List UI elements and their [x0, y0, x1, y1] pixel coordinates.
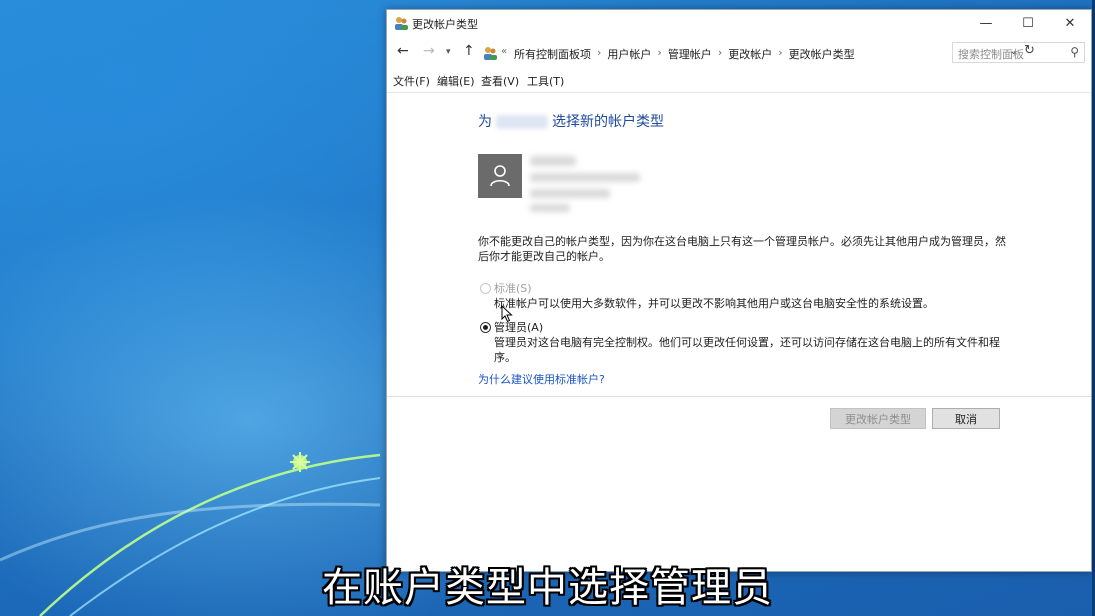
breadcrumb-item[interactable]: 更改帐户类型	[789, 46, 855, 62]
search-placeholder: 搜索控制面板	[958, 48, 1024, 61]
search-icon[interactable]: ⚲	[1070, 45, 1079, 59]
menu-edit[interactable]: 编辑(E)	[437, 73, 475, 89]
footer-divider	[387, 396, 1091, 397]
avatar	[478, 154, 522, 198]
mouse-cursor-icon	[501, 305, 513, 323]
maximize-button[interactable]: ☐	[1007, 10, 1049, 37]
change-account-type-button[interactable]: 更改帐户类型	[830, 408, 926, 429]
menu-tools[interactable]: 工具(T)	[527, 73, 564, 89]
user-silhouette-icon	[490, 165, 510, 187]
breadcrumb-item[interactable]: 用户帐户	[607, 46, 651, 62]
standard-label: 标准(S)	[494, 282, 532, 295]
why-standard-account-link[interactable]: 为什么建议使用标准帐户?	[478, 371, 605, 387]
chevron-right-icon[interactable]: ›	[778, 46, 782, 62]
minimize-button[interactable]: —	[965, 10, 1007, 37]
search-input[interactable]: 搜索控制面板 ⚲	[952, 42, 1085, 63]
menu-file[interactable]: 文件(F)	[393, 73, 430, 89]
page-title-prefix: 为	[478, 114, 492, 130]
change-account-type-window: 更改帐户类型 — ☐ ✕ ← → ▾ ↑ « 所有控制面板项 › 用户帐户 › …	[386, 9, 1092, 572]
address-bar: ← → ▾ ↑ « 所有控制面板项 › 用户帐户 › 管理帐户 › 更改帐户 ›…	[387, 40, 1091, 66]
breadcrumb[interactable]: « 所有控制面板项 › 用户帐户 › 管理帐户 › 更改帐户 › 更改帐户类型 …	[479, 42, 1035, 64]
page-title: 为 选择新的帐户类型	[478, 111, 664, 131]
chevron-right-icon[interactable]: ›	[597, 46, 601, 62]
control-panel-user-icon	[484, 47, 497, 60]
menu-view[interactable]: 查看(V)	[481, 73, 519, 89]
redacted-account-extra	[530, 204, 570, 212]
administrator-radio[interactable]	[480, 322, 491, 333]
redacted-account-type	[530, 173, 640, 182]
user-accounts-icon	[395, 17, 408, 30]
cannot-change-notice: 你不能更改自己的帐户类型，因为你在这台电脑上只有这一个管理员帐户。必须先让其他用…	[478, 235, 1006, 263]
breadcrumb-root-chevron-icon[interactable]: «	[501, 46, 507, 57]
standard-radio[interactable]	[480, 283, 491, 294]
up-arrow-icon[interactable]: ↑	[463, 43, 475, 59]
redacted-username	[496, 115, 548, 129]
forward-arrow-icon[interactable]: →	[423, 43, 435, 59]
chevron-right-icon[interactable]: ›	[657, 46, 661, 62]
back-arrow-icon[interactable]: ←	[397, 43, 409, 59]
windows-flower-icon	[290, 452, 310, 472]
menu-bar: 文件(F) 编辑(E) 查看(V) 工具(T)	[387, 71, 1091, 91]
chevron-right-icon[interactable]: ›	[718, 46, 722, 62]
page-title-suffix: 选择新的帐户类型	[552, 114, 664, 130]
title-bar[interactable]: 更改帐户类型 — ☐ ✕	[387, 10, 1091, 37]
video-subtitle: 在账户类型中选择管理员	[322, 565, 773, 611]
redacted-account-name	[530, 156, 576, 166]
administrator-description: 管理员对这台电脑有完全控制权。他们可以更改任何设置，还可以访问存储在这台电脑上的…	[494, 336, 1000, 364]
breadcrumb-item[interactable]: 所有控制面板项	[514, 46, 591, 62]
recent-locations-chevron-icon[interactable]: ▾	[446, 47, 451, 57]
standard-description: 标准帐户可以使用大多数软件，并可以更改不影响其他用户或这台电脑安全性的系统设置。	[494, 297, 934, 310]
close-button[interactable]: ✕	[1049, 10, 1091, 37]
redacted-account-detail	[530, 189, 610, 198]
breadcrumb-items: 所有控制面板项 › 用户帐户 › 管理帐户 › 更改帐户 › 更改帐户类型	[514, 46, 855, 62]
breadcrumb-item[interactable]: 管理帐户	[668, 46, 712, 62]
main-content: 为 选择新的帐户类型 你不能更改自己的帐户类型，因为你在这台电脑上只有这一个管理员…	[387, 92, 1091, 573]
cancel-button[interactable]: 取消	[932, 408, 1000, 429]
window-title: 更改帐户类型	[412, 18, 478, 31]
breadcrumb-item[interactable]: 更改帐户	[728, 46, 772, 62]
